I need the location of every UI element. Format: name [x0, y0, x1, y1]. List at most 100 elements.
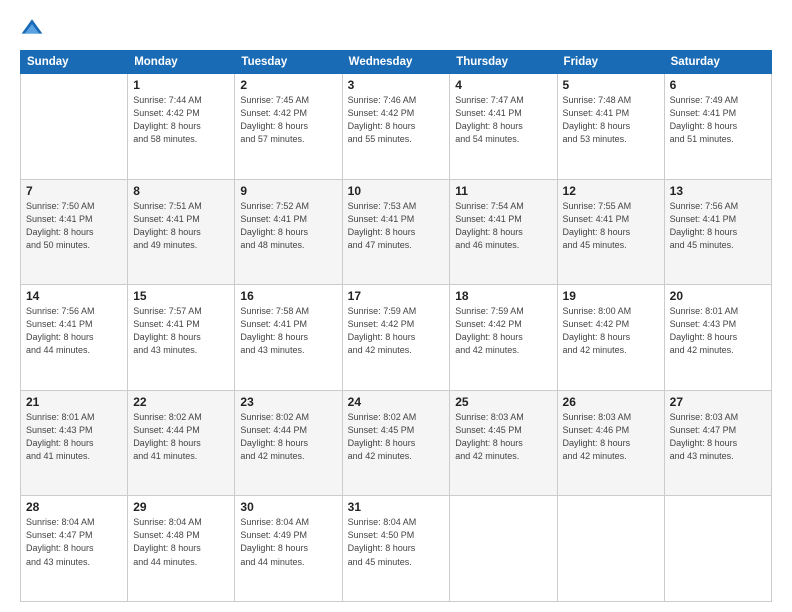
day-number: 17	[348, 289, 445, 303]
day-cell	[21, 74, 128, 180]
day-cell: 27Sunrise: 8:03 AM Sunset: 4:47 PM Dayli…	[664, 390, 771, 496]
day-info: Sunrise: 8:04 AM Sunset: 4:47 PM Dayligh…	[26, 516, 122, 568]
day-info: Sunrise: 7:53 AM Sunset: 4:41 PM Dayligh…	[348, 200, 445, 252]
day-info: Sunrise: 7:54 AM Sunset: 4:41 PM Dayligh…	[455, 200, 551, 252]
day-cell: 7Sunrise: 7:50 AM Sunset: 4:41 PM Daylig…	[21, 179, 128, 285]
day-info: Sunrise: 8:02 AM Sunset: 4:45 PM Dayligh…	[348, 411, 445, 463]
week-row-1: 1 Sunrise: 7:44 AM Sunset: 4:42 PM Daylig…	[21, 74, 772, 180]
day-header-friday: Friday	[557, 51, 664, 74]
calendar: SundayMondayTuesdayWednesdayThursdayFrid…	[20, 50, 772, 602]
day-number: 24	[348, 395, 445, 409]
day-info: Sunrise: 8:02 AM Sunset: 4:44 PM Dayligh…	[133, 411, 229, 463]
logo-icon	[20, 16, 44, 40]
day-number: 15	[133, 289, 229, 303]
header-row: SundayMondayTuesdayWednesdayThursdayFrid…	[21, 51, 772, 74]
day-cell: 3Sunrise: 7:46 AM Sunset: 4:42 PM Daylig…	[342, 74, 450, 180]
day-info: Sunrise: 8:01 AM Sunset: 4:43 PM Dayligh…	[670, 305, 766, 357]
day-info: Sunrise: 7:58 AM Sunset: 4:41 PM Dayligh…	[240, 305, 336, 357]
day-info: Sunrise: 7:59 AM Sunset: 4:42 PM Dayligh…	[348, 305, 445, 357]
day-info: Sunrise: 7:52 AM Sunset: 4:41 PM Dayligh…	[240, 200, 336, 252]
day-info: Sunrise: 7:49 AM Sunset: 4:41 PM Dayligh…	[670, 94, 766, 146]
day-info: Sunrise: 7:48 AM Sunset: 4:41 PM Dayligh…	[563, 94, 659, 146]
day-cell: 17 Sunrise: 7:59 AM Sunset: 4:42 PM Dayli…	[342, 285, 450, 391]
day-number: 25	[455, 395, 551, 409]
week-row-2: 7Sunrise: 7:50 AM Sunset: 4:41 PM Daylig…	[21, 179, 772, 285]
day-number: 4	[455, 78, 551, 92]
day-number: 10	[348, 184, 445, 198]
day-number: 20	[670, 289, 766, 303]
day-cell: 26Sunrise: 8:03 AM Sunset: 4:46 PM Dayli…	[557, 390, 664, 496]
day-number: 18	[455, 289, 551, 303]
day-number: 16	[240, 289, 336, 303]
day-cell: 10 Sunrise: 7:53 AM Sunset: 4:41 PM Dayli…	[342, 179, 450, 285]
day-cell: 19Sunrise: 8:00 AM Sunset: 4:42 PM Dayli…	[557, 285, 664, 391]
day-cell: 4 Sunrise: 7:47 AM Sunset: 4:41 PM Daylig…	[450, 74, 557, 180]
day-cell: 2 Sunrise: 7:45 AM Sunset: 4:42 PM Daylig…	[235, 74, 342, 180]
day-header-sunday: Sunday	[21, 51, 128, 74]
day-number: 8	[133, 184, 229, 198]
day-cell	[557, 496, 664, 602]
week-row-3: 14Sunrise: 7:56 AM Sunset: 4:41 PM Dayli…	[21, 285, 772, 391]
day-cell: 18 Sunrise: 7:59 AM Sunset: 4:42 PM Dayli…	[450, 285, 557, 391]
day-info: Sunrise: 7:51 AM Sunset: 4:41 PM Dayligh…	[133, 200, 229, 252]
day-number: 23	[240, 395, 336, 409]
day-cell: 25 Sunrise: 8:03 AM Sunset: 4:45 PM Dayli…	[450, 390, 557, 496]
day-cell: 21Sunrise: 8:01 AM Sunset: 4:43 PM Dayli…	[21, 390, 128, 496]
day-cell: 31Sunrise: 8:04 AM Sunset: 4:50 PM Dayli…	[342, 496, 450, 602]
day-number: 13	[670, 184, 766, 198]
day-cell: 28 Sunrise: 8:04 AM Sunset: 4:47 PM Dayli…	[21, 496, 128, 602]
day-info: Sunrise: 7:59 AM Sunset: 4:42 PM Dayligh…	[455, 305, 551, 357]
day-info: Sunrise: 7:45 AM Sunset: 4:42 PM Dayligh…	[240, 94, 336, 146]
day-number: 11	[455, 184, 551, 198]
day-info: Sunrise: 7:55 AM Sunset: 4:41 PM Dayligh…	[563, 200, 659, 252]
day-cell: 22 Sunrise: 8:02 AM Sunset: 4:44 PM Dayli…	[128, 390, 235, 496]
day-number: 22	[133, 395, 229, 409]
day-cell: 15 Sunrise: 7:57 AM Sunset: 4:41 PM Dayli…	[128, 285, 235, 391]
day-cell: 1 Sunrise: 7:44 AM Sunset: 4:42 PM Daylig…	[128, 74, 235, 180]
day-info: Sunrise: 8:02 AM Sunset: 4:44 PM Dayligh…	[240, 411, 336, 463]
day-info: Sunrise: 8:04 AM Sunset: 4:48 PM Dayligh…	[133, 516, 229, 568]
day-cell: 14Sunrise: 7:56 AM Sunset: 4:41 PM Dayli…	[21, 285, 128, 391]
day-number: 12	[563, 184, 659, 198]
day-number: 7	[26, 184, 122, 198]
day-cell: 16 Sunrise: 7:58 AM Sunset: 4:41 PM Dayli…	[235, 285, 342, 391]
day-info: Sunrise: 8:04 AM Sunset: 4:49 PM Dayligh…	[240, 516, 336, 568]
header	[20, 16, 772, 40]
day-info: Sunrise: 8:03 AM Sunset: 4:45 PM Dayligh…	[455, 411, 551, 463]
day-cell: 29 Sunrise: 8:04 AM Sunset: 4:48 PM Dayli…	[128, 496, 235, 602]
calendar-body: 1 Sunrise: 7:44 AM Sunset: 4:42 PM Daylig…	[21, 74, 772, 602]
day-number: 26	[563, 395, 659, 409]
day-number: 30	[240, 500, 336, 514]
day-cell: 20 Sunrise: 8:01 AM Sunset: 4:43 PM Dayli…	[664, 285, 771, 391]
day-number: 28	[26, 500, 122, 514]
week-row-4: 21Sunrise: 8:01 AM Sunset: 4:43 PM Dayli…	[21, 390, 772, 496]
day-number: 29	[133, 500, 229, 514]
day-cell: 6 Sunrise: 7:49 AM Sunset: 4:41 PM Daylig…	[664, 74, 771, 180]
day-header-thursday: Thursday	[450, 51, 557, 74]
day-cell: 5Sunrise: 7:48 AM Sunset: 4:41 PM Daylig…	[557, 74, 664, 180]
page: SundayMondayTuesdayWednesdayThursdayFrid…	[0, 0, 792, 612]
day-info: Sunrise: 7:44 AM Sunset: 4:42 PM Dayligh…	[133, 94, 229, 146]
day-cell	[664, 496, 771, 602]
day-header-saturday: Saturday	[664, 51, 771, 74]
day-info: Sunrise: 8:03 AM Sunset: 4:47 PM Dayligh…	[670, 411, 766, 463]
day-cell: 13 Sunrise: 7:56 AM Sunset: 4:41 PM Dayli…	[664, 179, 771, 285]
day-info: Sunrise: 7:56 AM Sunset: 4:41 PM Dayligh…	[670, 200, 766, 252]
calendar-header: SundayMondayTuesdayWednesdayThursdayFrid…	[21, 51, 772, 74]
week-row-5: 28 Sunrise: 8:04 AM Sunset: 4:47 PM Dayli…	[21, 496, 772, 602]
day-cell: 11 Sunrise: 7:54 AM Sunset: 4:41 PM Dayli…	[450, 179, 557, 285]
day-info: Sunrise: 7:47 AM Sunset: 4:41 PM Dayligh…	[455, 94, 551, 146]
day-cell: 12 Sunrise: 7:55 AM Sunset: 4:41 PM Dayli…	[557, 179, 664, 285]
logo	[20, 16, 48, 40]
day-number: 21	[26, 395, 122, 409]
day-cell: 23 Sunrise: 8:02 AM Sunset: 4:44 PM Dayli…	[235, 390, 342, 496]
day-header-wednesday: Wednesday	[342, 51, 450, 74]
day-number: 2	[240, 78, 336, 92]
day-number: 6	[670, 78, 766, 92]
day-cell: 8 Sunrise: 7:51 AM Sunset: 4:41 PM Daylig…	[128, 179, 235, 285]
day-number: 1	[133, 78, 229, 92]
day-number: 3	[348, 78, 445, 92]
day-number: 14	[26, 289, 122, 303]
day-number: 9	[240, 184, 336, 198]
day-info: Sunrise: 7:57 AM Sunset: 4:41 PM Dayligh…	[133, 305, 229, 357]
